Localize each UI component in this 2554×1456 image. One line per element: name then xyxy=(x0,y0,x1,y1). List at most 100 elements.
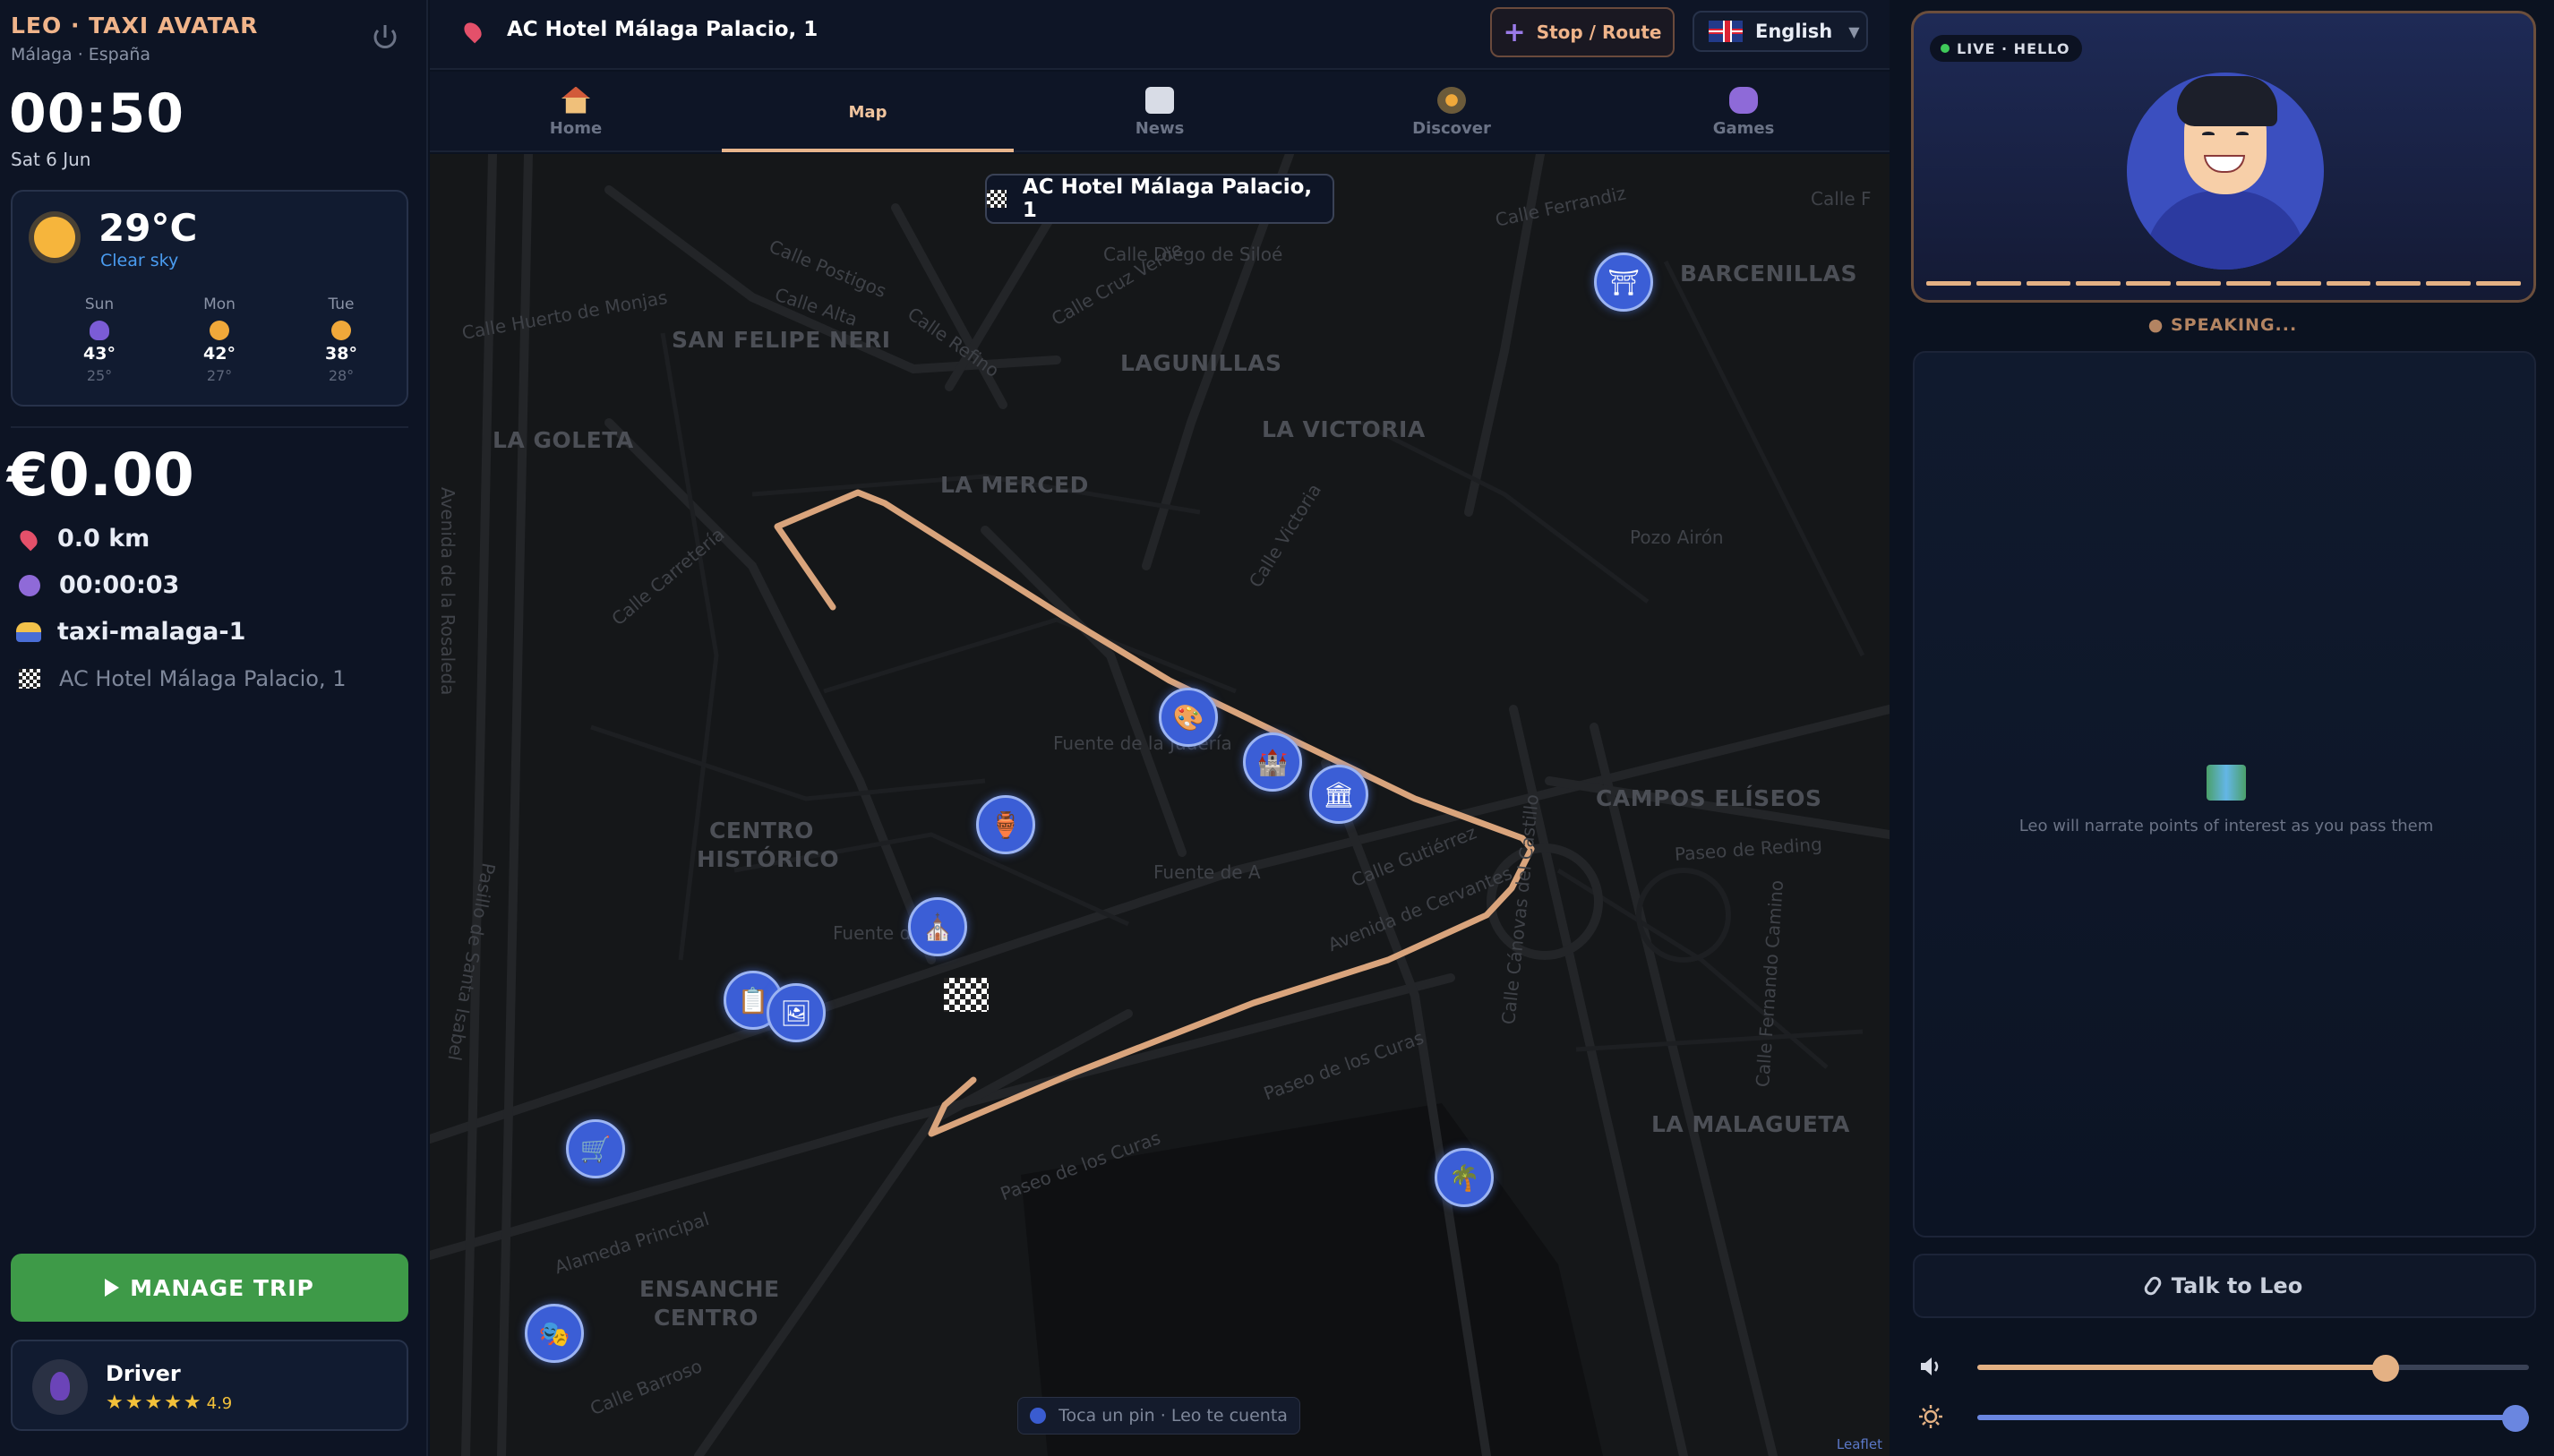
talk-to-leo-button[interactable]: Talk to Leo xyxy=(1913,1254,2536,1318)
duration-stat: 00:00:03 xyxy=(16,571,179,599)
amphora-pin-icon[interactable]: 🏺 xyxy=(976,795,1035,854)
palette-pin-icon[interactable]: 🎨 xyxy=(1159,688,1218,747)
language-label: English xyxy=(1755,21,1833,42)
divider xyxy=(11,426,408,428)
map-hint: Toca un pin · Leo te cuenta xyxy=(1017,1397,1300,1435)
forecast-day-label: Tue xyxy=(328,295,355,313)
theater-masks-pin-icon[interactable]: 🎭 xyxy=(525,1304,584,1363)
sun-brightness-icon xyxy=(1918,1404,1943,1429)
destination-chip: AC Hotel Málaga Palacio, 1 xyxy=(985,174,1334,224)
forecast-day: Tue 38° 28° xyxy=(292,295,390,384)
area-label: LA VICTORIA xyxy=(1262,416,1426,442)
tab-news[interactable]: News xyxy=(1014,72,1306,152)
play-icon xyxy=(105,1279,120,1297)
shopping-cart-pin-icon[interactable]: 🛒 xyxy=(566,1119,625,1178)
power-icon[interactable] xyxy=(369,21,405,57)
forecast-high: 43° xyxy=(83,344,116,364)
tab-label: News xyxy=(1135,118,1185,138)
hoodie xyxy=(2145,191,2306,270)
stars-icon: ★★★★★ xyxy=(106,1392,203,1414)
area-label: SAN FELIPE NERI xyxy=(672,327,891,353)
forecast-day: Mon 42° 27° xyxy=(170,295,269,384)
uk-flag-icon xyxy=(1709,21,1743,42)
forecast-day-label: Mon xyxy=(203,295,236,313)
plus-icon: + xyxy=(1503,16,1526,48)
sun-icon xyxy=(331,321,351,340)
distance-stat: 0.0 km xyxy=(16,525,150,552)
tab-games[interactable]: Games xyxy=(1598,72,1890,152)
area-label: ENSANCHE xyxy=(639,1276,780,1302)
brightness-fill xyxy=(1977,1415,2529,1420)
area-label: LA MALAGUETA xyxy=(1651,1111,1850,1137)
taxi-icon xyxy=(16,621,41,642)
weather-condition: Clear sky xyxy=(100,251,179,270)
eye xyxy=(2236,132,2249,137)
duration-value: 00:00:03 xyxy=(59,571,180,599)
brightness-slider[interactable] xyxy=(1918,1399,2536,1435)
church-pin-icon[interactable]: ⛪ xyxy=(908,897,967,956)
forecast-high: 42° xyxy=(203,344,236,364)
language-select[interactable]: English ▼ xyxy=(1693,11,1868,52)
pin-dot-icon xyxy=(1030,1408,1047,1424)
area-label: CENTRO xyxy=(709,818,814,844)
picture-pin-icon[interactable]: 🖼 xyxy=(767,983,826,1042)
chevron-down-icon: ▼ xyxy=(1848,22,1860,40)
vehicle-value: taxi-malaga-1 xyxy=(57,618,246,646)
forecast-low: 28° xyxy=(328,367,355,384)
nav-tabs: Home Map News Discover Games xyxy=(430,72,1890,253)
area-label: BARCENILLAS xyxy=(1680,261,1858,287)
star-rating: ★★★★★ 4.9 xyxy=(106,1392,232,1414)
destination-title: AC Hotel Málaga Palacio, 1 xyxy=(507,18,818,41)
weather-temp: 29°C xyxy=(99,206,198,250)
destination-value: AC Hotel Málaga Palacio, 1 xyxy=(59,666,347,691)
clock-time: 00:50 xyxy=(9,82,184,145)
volume-slider[interactable] xyxy=(1918,1349,2536,1384)
street-label: Pozo Airón xyxy=(1630,527,1724,548)
palm-tree-pin-icon[interactable]: 🌴 xyxy=(1435,1148,1494,1207)
location-label: Málaga · España xyxy=(11,45,151,64)
museum-pin-icon[interactable]: 🏛 xyxy=(1309,765,1368,824)
left-sidebar: LEO · TAXI AVATAR Málaga · España 00:50 … xyxy=(0,0,428,1456)
narration-hint: Leo will narrate points of interest as y… xyxy=(2018,817,2434,835)
area-label: LAGUNILLAS xyxy=(1120,350,1282,376)
map-icon xyxy=(2207,765,2246,801)
castle-pin-icon[interactable]: 🏰 xyxy=(1243,732,1302,792)
street-label: Calle F xyxy=(1811,188,1872,210)
street-label: Avenida de la Rosaleda xyxy=(437,487,459,696)
destination-stat: AC Hotel Málaga Palacio, 1 xyxy=(16,666,347,691)
driver-card: Driver ★★★★★ 4.9 xyxy=(11,1340,408,1431)
live-badge: LIVE · HELLO xyxy=(1930,35,2083,62)
leaflet-attribution-link[interactable]: Leaflet xyxy=(1837,1436,1882,1452)
map-view[interactable]: SAN FELIPE NERI LAGUNILLAS LA VICTORIA L… xyxy=(430,154,1890,1456)
speaker-icon xyxy=(1918,1354,1943,1379)
pagoda-pin-icon[interactable]: ⛩ xyxy=(1594,253,1653,312)
tab-discover[interactable]: Discover xyxy=(1306,72,1598,152)
brand-title: LEO · TAXI AVATAR xyxy=(11,13,259,39)
tab-label: Home xyxy=(549,118,603,138)
microphone-icon xyxy=(2141,1273,2164,1298)
volume-knob[interactable] xyxy=(2371,1355,2399,1382)
compass-icon xyxy=(1437,86,1466,114)
avatar-hair xyxy=(2177,76,2277,126)
volume-track[interactable] xyxy=(1977,1355,2529,1382)
avatar xyxy=(32,1359,88,1415)
brightness-track[interactable] xyxy=(1977,1405,2529,1432)
stop-route-button[interactable]: + Stop / Route xyxy=(1490,7,1675,57)
brightness-knob[interactable] xyxy=(2502,1405,2529,1432)
tab-home[interactable]: Home xyxy=(430,72,722,152)
manage-trip-button[interactable]: MANAGE TRIP xyxy=(11,1254,408,1322)
fare-amount: €0.00 xyxy=(7,441,194,510)
avatar-leo xyxy=(2127,73,2324,270)
stop-route-label: Stop / Route xyxy=(1536,21,1662,43)
sun-icon xyxy=(210,321,229,340)
home-icon xyxy=(561,86,590,114)
storm-icon xyxy=(90,321,109,340)
destination-flag-icon[interactable] xyxy=(944,978,989,1012)
tab-map[interactable]: Map xyxy=(722,72,1180,253)
driver-name: Driver xyxy=(106,1361,181,1386)
clock-date: Sat 6 Jun xyxy=(11,149,91,170)
alarm-clock-icon xyxy=(19,574,40,596)
speaking-status: ● SPEAKING... xyxy=(2147,315,2298,335)
forecast-high: 38° xyxy=(325,344,357,364)
sun-icon xyxy=(34,217,75,258)
